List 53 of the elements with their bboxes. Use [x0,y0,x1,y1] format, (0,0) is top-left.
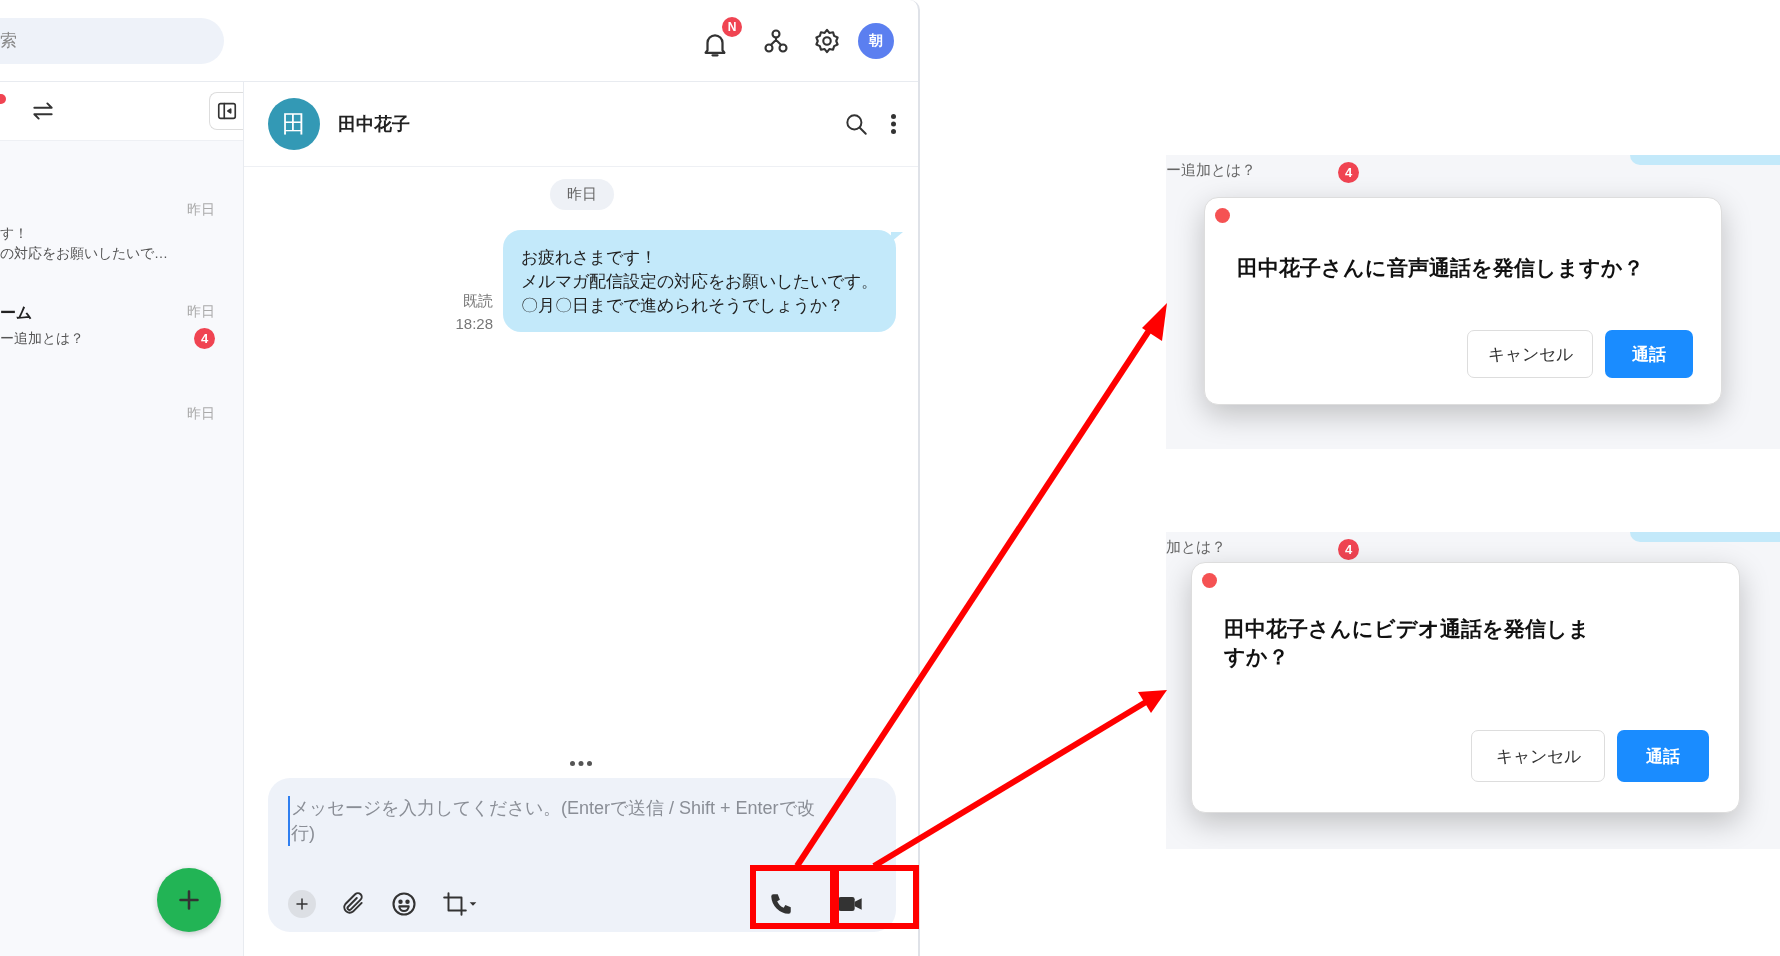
crop-button[interactable] [442,891,478,917]
conversation-preview: ー追加とは？ [1166,160,1257,180]
attach-button[interactable] [340,891,366,917]
call-button[interactable]: 通話 [1617,730,1709,782]
conversation-preview: の対応をお願いしたいで… [0,244,169,263]
new-chat-button[interactable] [157,868,221,932]
search-button[interactable] [843,111,869,137]
dialog-message: 田中花子さんに音声通話を発信しますか？ [1237,255,1645,281]
message-line: メルマガ配信設定の対応をお願いしたいです。 [521,271,878,293]
contact-avatar: 田 [268,98,320,150]
search-icon [843,111,869,137]
more-button[interactable] [891,114,896,134]
settings-icon [813,26,841,55]
message-time: 18:28 [455,315,493,332]
search-field[interactable]: 索 [0,17,224,64]
more-icon [891,114,896,134]
message-line: 〇月〇日までで進められそうでしょうか？ [521,295,845,317]
user-avatar[interactable]: 朝 [858,22,894,59]
panel-icon [215,100,238,122]
date-divider: 昨日 [550,179,614,210]
contact-name: 田中花子 [338,113,411,136]
resize-handle-icon [570,761,592,766]
conversation-preview: ー追加とは？ [0,329,85,348]
conversation-preview: す！ [0,224,29,243]
cancel-button[interactable]: キャンセル [1471,730,1605,782]
message-composer[interactable]: メッセージを入力してください。(Enterで送信 / Shift + Enterで改行) [268,778,896,932]
smiley-icon [390,890,418,918]
unread-badge: 4 [1338,162,1359,183]
conversation-item[interactable]: 昨日 す！ の対応をお願いしたいで… [0,201,243,303]
close-button[interactable] [1215,208,1230,223]
collapse-sidebar-button[interactable] [209,92,243,130]
dialog-message: 田中花子さんにビデオ通話を発信しますか？ [1224,616,1591,670]
notifications-button[interactable]: N [700,16,742,59]
add-button[interactable] [288,890,316,918]
conversation-preview: 加とは？ [1166,537,1227,557]
unread-badge: 4 [1338,539,1359,560]
emoji-button[interactable] [390,890,418,918]
unread-badge: 4 [194,328,215,349]
notification-badge: N [722,16,742,37]
conversation-time: 昨日 [187,201,215,219]
conversation-time: 昨日 [187,405,215,423]
read-status: 既読 [463,292,493,311]
crop-icon [442,891,468,917]
cancel-button[interactable]: キャンセル [1467,330,1593,378]
call-button[interactable]: 通話 [1605,330,1693,378]
conversation-item[interactable]: ーム 昨日 ー追加とは？ 4 [0,303,243,405]
conversation-name: ーム [0,303,33,323]
close-button[interactable] [1202,573,1217,588]
message-line: お疲れさまです！ [521,247,658,269]
conversation-time: 昨日 [187,303,215,321]
phone-icon [768,891,794,917]
paperclip-icon [340,891,366,917]
conversation-item[interactable]: 昨日 [0,405,243,507]
